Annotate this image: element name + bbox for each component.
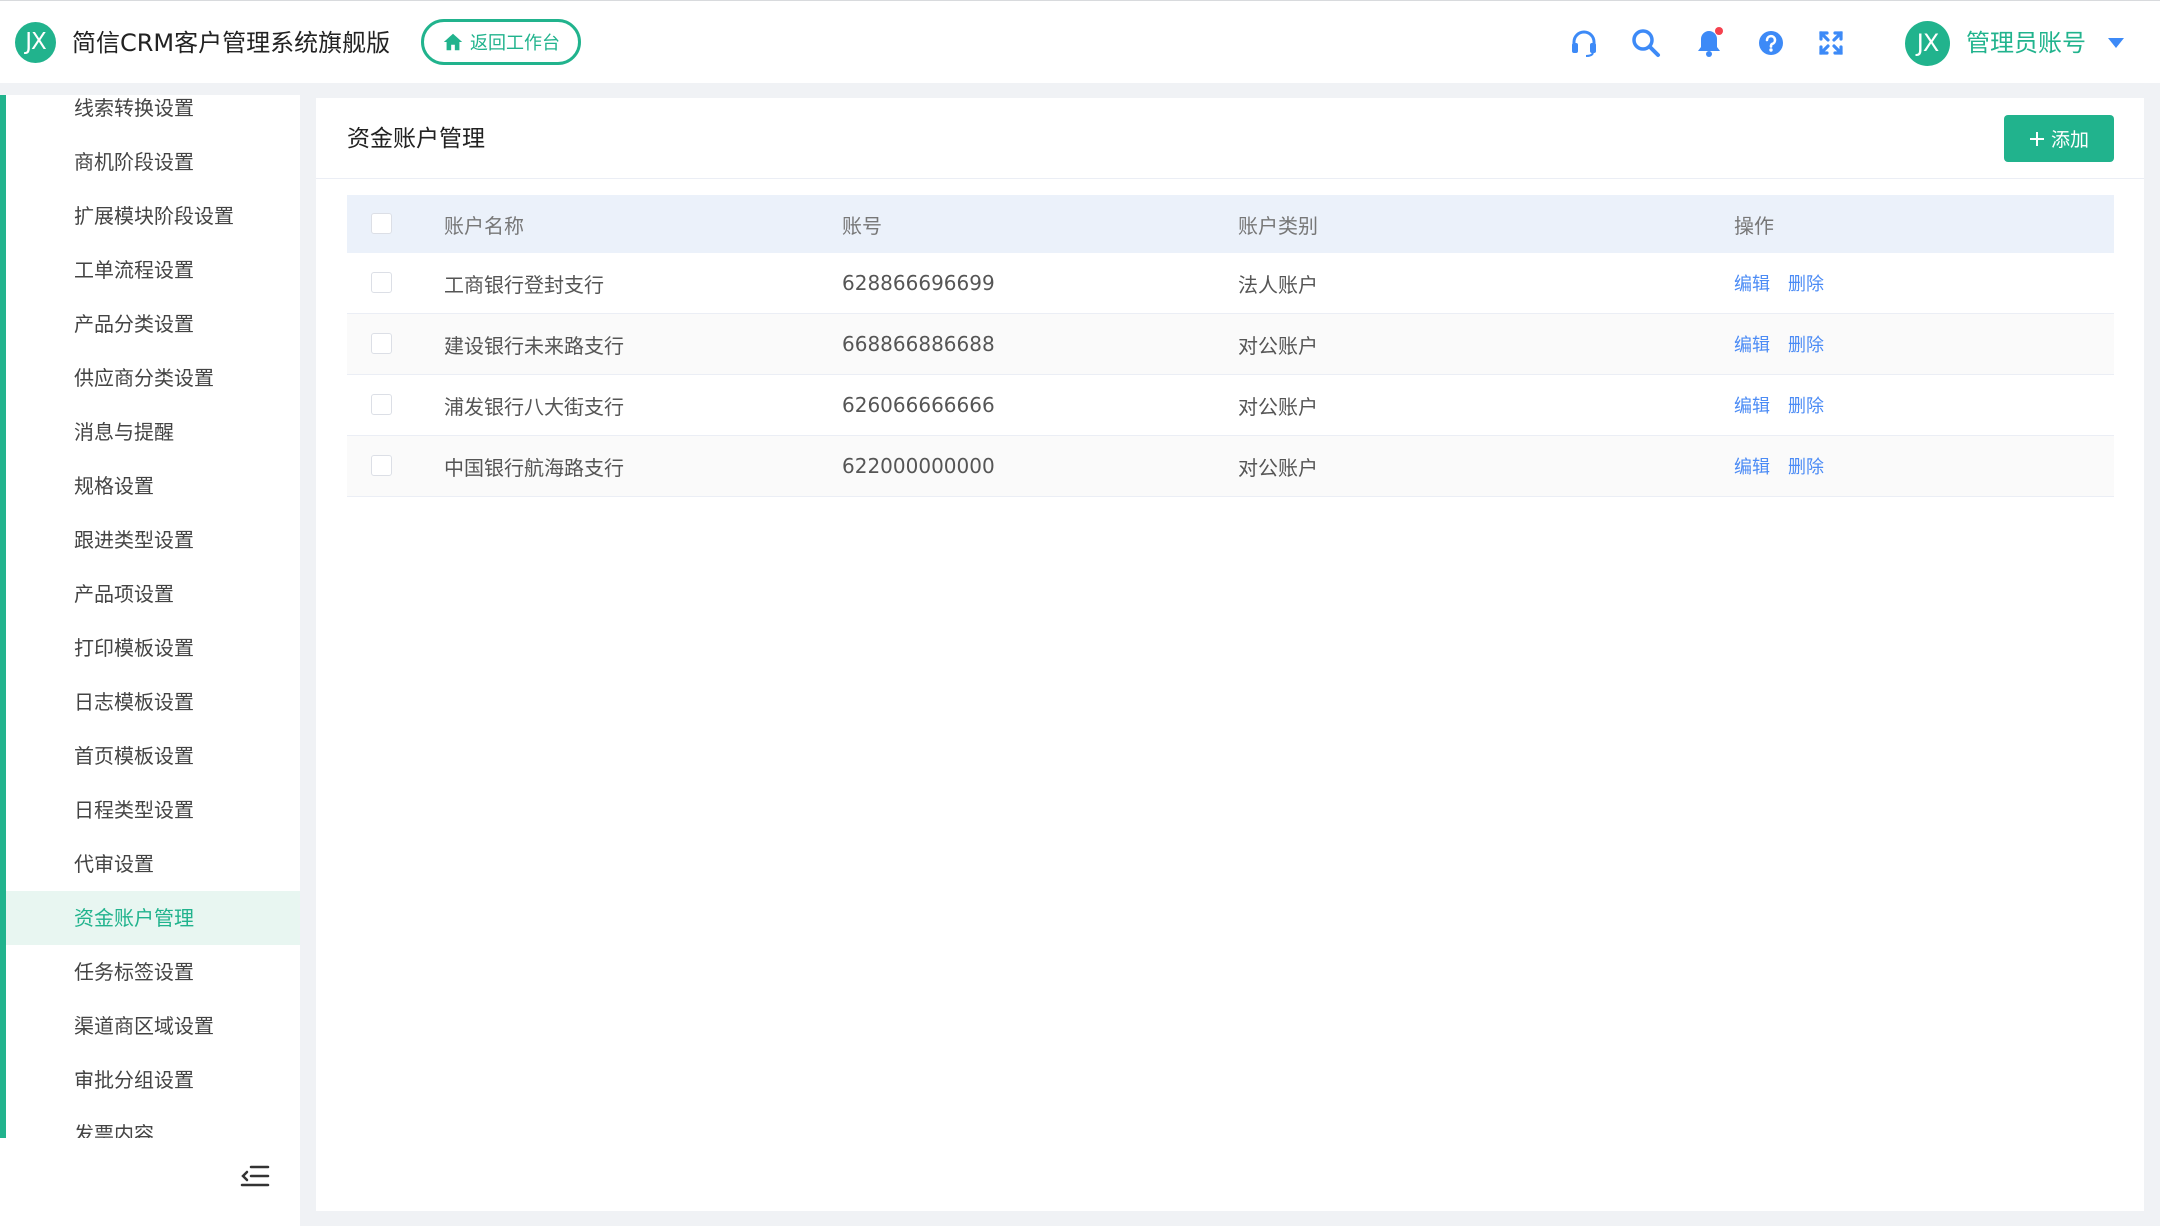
app-title: 简信CRM客户管理系统旗舰版 bbox=[72, 29, 391, 57]
sidebar-item-home-template[interactable]: 首页模板设置 bbox=[6, 729, 300, 783]
back-to-workbench-button[interactable]: 返回工作台 bbox=[421, 19, 581, 65]
account-number: 668866886688 bbox=[842, 332, 995, 356]
table-row: 浦发银行八大街支行 626066666666 对公账户 编辑 删除 bbox=[347, 375, 2114, 436]
back-to-workbench-label: 返回工作台 bbox=[470, 33, 560, 54]
table-row: 工商银行登封支行 628866696699 法人账户 编辑 删除 bbox=[347, 253, 2114, 314]
account-type: 对公账户 bbox=[1238, 333, 1318, 358]
row-actions: 编辑 删除 bbox=[1734, 253, 1824, 313]
account-number: 622000000000 bbox=[842, 454, 995, 478]
account-type: 对公账户 bbox=[1238, 394, 1318, 419]
account-name: 建设银行未来路支行 bbox=[444, 333, 624, 358]
edit-link[interactable]: 编辑 bbox=[1734, 453, 1770, 479]
home-icon bbox=[443, 33, 463, 51]
table-header: 账户名称 账号 账户类别 操作 bbox=[347, 195, 2114, 253]
sidebar-item-opportunity-stage[interactable]: 商机阶段设置 bbox=[6, 135, 300, 189]
top-header: JX 简信CRM客户管理系统旗舰版 返回工作台 JX 管理员账号 bbox=[0, 0, 2160, 83]
add-button-label: 添加 bbox=[2050, 129, 2089, 151]
sidebar-item-schedule-type[interactable]: 日程类型设置 bbox=[6, 783, 300, 837]
panel-divider bbox=[316, 178, 2144, 179]
row-actions: 编辑 删除 bbox=[1734, 375, 1824, 435]
sidebar-item-task-tags[interactable]: 任务标签设置 bbox=[6, 945, 300, 999]
collapse-menu-icon[interactable] bbox=[240, 1163, 270, 1189]
search-icon[interactable] bbox=[1630, 27, 1662, 59]
bell-icon[interactable] bbox=[1693, 27, 1725, 59]
sidebar-item-invoice-content[interactable]: 发票内容 bbox=[6, 1107, 300, 1138]
delete-link[interactable]: 删除 bbox=[1788, 453, 1824, 479]
edit-link[interactable]: 编辑 bbox=[1734, 392, 1770, 418]
row-checkbox[interactable] bbox=[371, 394, 392, 415]
notification-dot bbox=[1715, 27, 1723, 35]
sidebar-item-fund-accounts[interactable]: 资金账户管理 bbox=[6, 891, 300, 945]
sidebar-item-product-category[interactable]: 产品分类设置 bbox=[6, 297, 300, 351]
headset-icon[interactable] bbox=[1568, 27, 1600, 59]
user-avatar[interactable]: JX bbox=[1905, 21, 1950, 66]
sidebar-item-supplier-category[interactable]: 供应商分类设置 bbox=[6, 351, 300, 405]
account-name: 浦发银行八大街支行 bbox=[444, 394, 624, 419]
help-icon[interactable] bbox=[1755, 27, 1787, 59]
row-actions: 编辑 删除 bbox=[1734, 436, 1824, 496]
sidebar-item-print-template[interactable]: 打印模板设置 bbox=[6, 621, 300, 675]
account-number: 626066666666 bbox=[842, 393, 995, 417]
sidebar-item-followup-type[interactable]: 跟进类型设置 bbox=[6, 513, 300, 567]
edit-link[interactable]: 编辑 bbox=[1734, 331, 1770, 357]
plus-icon bbox=[2029, 131, 2044, 146]
sidebar-item-workorder-flow[interactable]: 工单流程设置 bbox=[6, 243, 300, 297]
fullscreen-icon[interactable] bbox=[1815, 27, 1847, 59]
account-name: 工商银行登封支行 bbox=[444, 272, 604, 297]
sidebar-item-proxy-approval[interactable]: 代审设置 bbox=[6, 837, 300, 891]
edit-link[interactable]: 编辑 bbox=[1734, 270, 1770, 296]
delete-link[interactable]: 删除 bbox=[1788, 270, 1824, 296]
account-type: 对公账户 bbox=[1238, 455, 1318, 480]
column-header-actions: 操作 bbox=[1734, 213, 1774, 238]
account-name: 中国银行航海路支行 bbox=[444, 455, 624, 480]
sidebar-item-extension-stage[interactable]: 扩展模块阶段设置 bbox=[6, 189, 300, 243]
settings-menu: 线索转换设置 商机阶段设置 扩展模块阶段设置 工单流程设置 产品分类设置 供应商… bbox=[6, 95, 300, 1138]
sidebar-item-log-template[interactable]: 日志模板设置 bbox=[6, 675, 300, 729]
sidebar-item-messages[interactable]: 消息与提醒 bbox=[6, 405, 300, 459]
row-actions: 编辑 删除 bbox=[1734, 314, 1824, 374]
delete-link[interactable]: 删除 bbox=[1788, 331, 1824, 357]
chevron-down-icon[interactable] bbox=[2107, 37, 2125, 49]
account-number: 628866696699 bbox=[842, 271, 995, 295]
sidebar-item-approval-group[interactable]: 审批分组设置 bbox=[6, 1053, 300, 1107]
column-header-account-name[interactable]: 账户名称 bbox=[444, 195, 524, 253]
select-all-checkbox[interactable] bbox=[371, 213, 392, 234]
sidebar-item-specs[interactable]: 规格设置 bbox=[6, 459, 300, 513]
page-title: 资金账户管理 bbox=[347, 126, 485, 152]
fund-accounts-panel: 资金账户管理 添加 账户名称 账号 账户类别 操作 工商银行登封支行 62886… bbox=[316, 98, 2144, 1211]
column-header-account-type[interactable]: 账户类别 bbox=[1238, 195, 1318, 253]
delete-link[interactable]: 删除 bbox=[1788, 392, 1824, 418]
sidebar-item-channel-region[interactable]: 渠道商区域设置 bbox=[6, 999, 300, 1053]
settings-sidebar: 线索转换设置 商机阶段设置 扩展模块阶段设置 工单流程设置 产品分类设置 供应商… bbox=[0, 95, 300, 1226]
add-button[interactable]: 添加 bbox=[2004, 115, 2114, 162]
accounts-table: 账户名称 账号 账户类别 操作 工商银行登封支行 628866696699 法人… bbox=[347, 195, 2114, 497]
account-type: 法人账户 bbox=[1238, 272, 1318, 297]
user-name[interactable]: 管理员账号 bbox=[1966, 27, 2086, 59]
table-row: 中国银行航海路支行 622000000000 对公账户 编辑 删除 bbox=[347, 436, 2114, 497]
table-row: 建设银行未来路支行 668866886688 对公账户 编辑 删除 bbox=[347, 314, 2114, 375]
sidebar-item-lead-conversion[interactable]: 线索转换设置 bbox=[6, 95, 300, 135]
sidebar-item-product-items[interactable]: 产品项设置 bbox=[6, 567, 300, 621]
column-header-account-number[interactable]: 账号 bbox=[842, 195, 882, 253]
row-checkbox[interactable] bbox=[371, 455, 392, 476]
row-checkbox[interactable] bbox=[371, 272, 392, 293]
app-logo: JX bbox=[15, 22, 56, 63]
row-checkbox[interactable] bbox=[371, 333, 392, 354]
